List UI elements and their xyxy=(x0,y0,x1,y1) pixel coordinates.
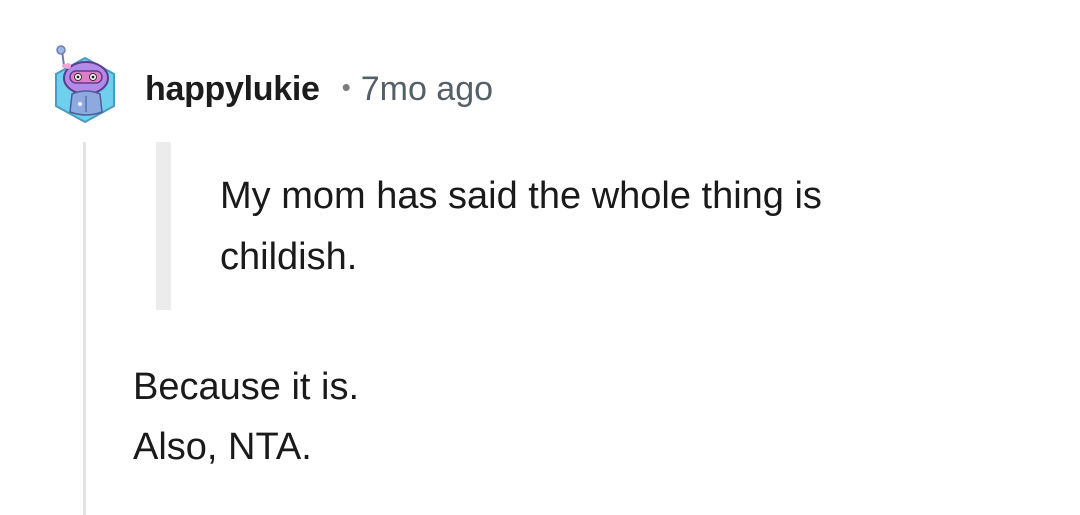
comment-body-line: Because it is. xyxy=(133,366,359,408)
snoo-avatar-icon xyxy=(55,45,115,124)
comment: happylukie • 7mo ago My mom has said the… xyxy=(0,0,1080,515)
username-link[interactable]: happylukie xyxy=(145,70,320,109)
blockquote-text: My mom has said the whole thing is child… xyxy=(220,175,822,278)
comment-body-line: Also, NTA. xyxy=(133,426,312,468)
timestamp: 7mo ago xyxy=(360,69,494,108)
thread-line[interactable] xyxy=(83,142,86,515)
comment-body: Because it is. Also, NTA. xyxy=(133,357,359,477)
separator-dot: • xyxy=(341,71,351,102)
comment-header: happylukie • 7mo ago xyxy=(145,64,493,114)
avatar[interactable] xyxy=(50,44,120,126)
quote-bar xyxy=(156,142,171,310)
